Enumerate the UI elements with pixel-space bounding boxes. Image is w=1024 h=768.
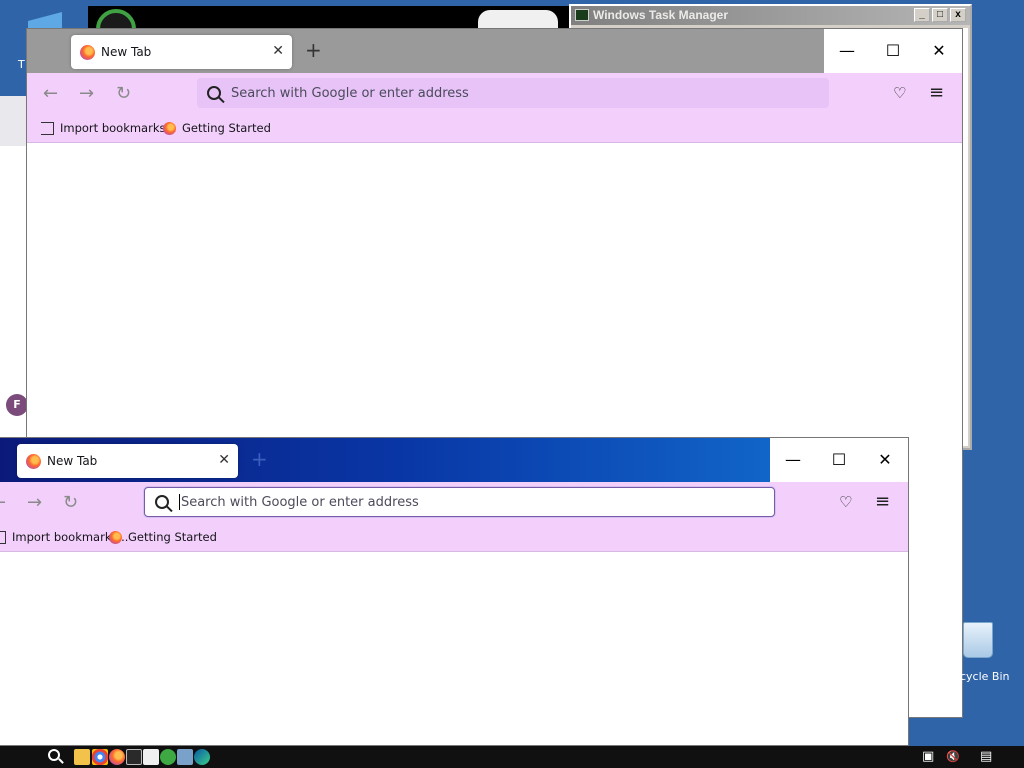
close-window-button[interactable]: ✕	[862, 438, 908, 482]
address-bar[interactable]	[144, 487, 775, 517]
navigation-toolbar: ← → ↻ ♡ ≡	[0, 482, 908, 524]
bookmark-label: Getting Started	[182, 121, 271, 135]
recycle-bin-icon[interactable]	[958, 622, 998, 662]
firefox-icon	[109, 530, 122, 544]
file-explorer-icon[interactable]	[74, 749, 90, 765]
tab-new-tab[interactable]: New Tab ✕	[71, 35, 292, 69]
import-icon	[41, 121, 54, 135]
address-bar[interactable]	[197, 78, 829, 108]
bookmark-label: Import bookmarks...	[60, 121, 177, 135]
monitor-icon[interactable]	[177, 749, 193, 765]
tab-strip[interactable]: New Tab ✕ + — ☐ ✕	[27, 29, 962, 73]
desktop-shortcut-label: T	[18, 58, 25, 71]
task-manager-maximize-button[interactable]: □	[932, 8, 948, 22]
avatar[interactable]: F	[6, 394, 28, 416]
tab-strip[interactable]: New Tab ✕ + — ☐ ✕	[0, 438, 908, 482]
chrome-icon[interactable]	[92, 749, 108, 765]
bookmark-label: Getting Started	[128, 530, 217, 544]
volume-muted-icon[interactable]: 🔇	[946, 749, 960, 765]
search-icon	[207, 86, 221, 100]
search-icon[interactable]	[48, 749, 60, 761]
app-green-icon[interactable]	[160, 749, 176, 765]
import-icon	[0, 530, 6, 544]
network-icon[interactable]: ▣	[922, 749, 934, 765]
bookmark-import[interactable]: Import bookmarks...	[41, 121, 176, 135]
forward-button[interactable]: →	[27, 494, 42, 512]
firefox-icon[interactable]	[109, 749, 125, 765]
firefox-window-lower: New Tab ✕ + — ☐ ✕ ← → ↻ ♡ ≡ Import bookm…	[0, 437, 909, 746]
task-manager-close-button[interactable]: x	[950, 8, 966, 22]
window-controls: — ☐ ✕	[824, 29, 962, 73]
navigation-toolbar: ← → ↻ ♡ ≡	[27, 73, 962, 115]
tab-title: New Tab	[47, 454, 98, 468]
forward-button[interactable]: →	[79, 85, 94, 103]
new-tab-button[interactable]: +	[251, 449, 268, 469]
search-icon	[155, 495, 169, 509]
firefox-icon	[80, 45, 95, 60]
close-tab-icon[interactable]: ✕	[272, 43, 284, 59]
notifications-icon[interactable]: ▤	[980, 749, 992, 765]
reload-button[interactable]: ↻	[116, 85, 131, 103]
minimize-button[interactable]: —	[770, 438, 816, 482]
back-button[interactable]: ←	[43, 85, 58, 103]
task-manager-title: Windows Task Manager	[593, 8, 729, 22]
maximize-button[interactable]: ☐	[870, 29, 916, 73]
pocket-icon[interactable]: ♡	[893, 85, 906, 101]
close-tab-icon[interactable]: ✕	[218, 452, 230, 468]
page-content[interactable]	[0, 553, 908, 745]
task-manager-titlebar[interactable]: Windows Task Manager _ □ x	[571, 6, 970, 25]
minimize-button[interactable]: —	[824, 29, 870, 73]
reload-button[interactable]: ↻	[63, 494, 78, 512]
url-input[interactable]	[180, 494, 774, 510]
menu-icon[interactable]: ≡	[929, 84, 944, 102]
recycle-bin-label: cycle Bin	[960, 670, 1010, 683]
taskbar: ▣ 🔇 ▤	[0, 746, 1024, 768]
edge-icon[interactable]	[194, 749, 210, 765]
url-input[interactable]	[231, 85, 829, 101]
bookmarks-toolbar: Import bookmarks... Getting Started	[27, 115, 962, 143]
window-controls: — ☐ ✕	[770, 438, 908, 482]
close-window-button[interactable]: ✕	[916, 29, 962, 73]
bookmark-getting-started[interactable]: Getting Started	[109, 530, 217, 544]
task-manager-icon	[575, 9, 589, 21]
new-tab-button[interactable]: +	[305, 40, 322, 60]
maximize-button[interactable]: ☐	[816, 438, 862, 482]
tab-new-tab[interactable]: New Tab ✕	[17, 444, 238, 478]
back-button[interactable]: ←	[0, 494, 6, 512]
pocket-icon[interactable]: ♡	[839, 494, 852, 510]
terminal-icon[interactable]	[126, 749, 142, 765]
firefox-icon	[26, 454, 41, 469]
bookmarks-toolbar: Import bookmarks... Getting Started	[0, 524, 908, 552]
task-manager-minimize-button[interactable]: _	[914, 8, 930, 22]
seven-zip-icon[interactable]	[143, 749, 159, 765]
menu-icon[interactable]: ≡	[875, 493, 890, 511]
text-cursor	[179, 494, 180, 510]
firefox-icon	[163, 121, 176, 135]
tab-title: New Tab	[101, 45, 152, 59]
bookmark-getting-started[interactable]: Getting Started	[163, 121, 271, 135]
